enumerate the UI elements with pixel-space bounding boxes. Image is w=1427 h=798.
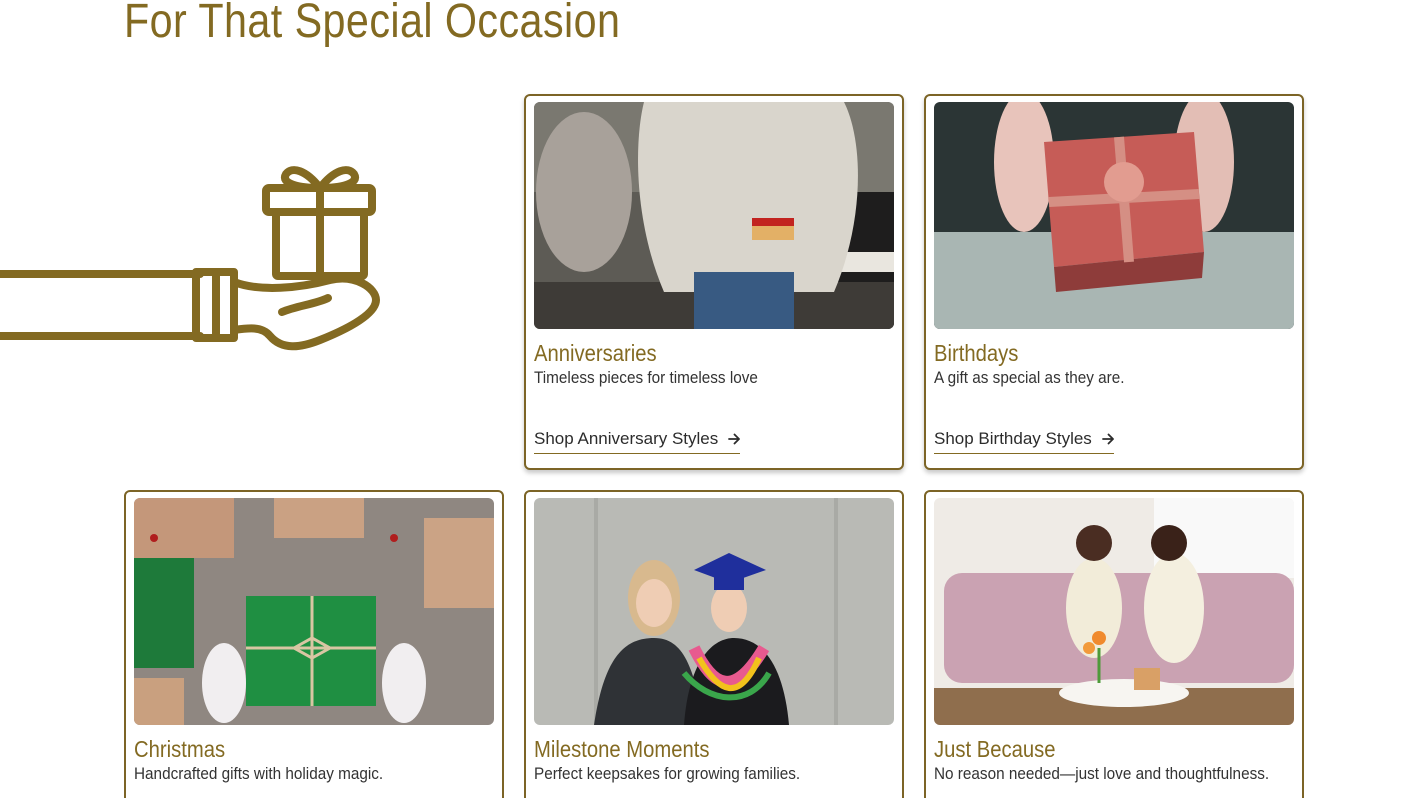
gift-in-hand-icon xyxy=(0,160,400,360)
arrow-right-icon xyxy=(1101,433,1114,445)
occasion-card-birthdays[interactable]: Birthdays A gift as special as they are.… xyxy=(924,94,1304,470)
friends-photo xyxy=(934,498,1294,725)
birthday-photo xyxy=(934,102,1294,329)
occasion-card-just-because[interactable]: Just Because No reason needed—just love … xyxy=(924,490,1304,798)
card-title: Just Because xyxy=(934,736,1056,762)
section-heading: For That Special Occasion xyxy=(124,0,621,48)
arrow-right-icon xyxy=(728,433,741,445)
card-description: Handcrafted gifts with holiday magic. xyxy=(134,764,384,783)
occasions-section: For That Special Occasion Anniversaries … xyxy=(0,0,1427,798)
card-title: Christmas xyxy=(134,736,226,762)
graduation-photo xyxy=(534,498,894,725)
card-title: Anniversaries xyxy=(534,340,657,366)
occasion-card-milestone-moments[interactable]: Milestone Moments Perfect keepsakes for … xyxy=(524,490,904,798)
occasion-card-anniversaries[interactable]: Anniversaries Timeless pieces for timele… xyxy=(524,94,904,470)
card-description: A gift as special as they are. xyxy=(934,368,1125,387)
card-description: Timeless pieces for timeless love xyxy=(534,368,758,387)
shop-birthday-styles-link[interactable]: Shop Birthday Styles xyxy=(934,429,1114,454)
card-description: No reason needed—just love and thoughtfu… xyxy=(934,764,1270,783)
occasion-card-christmas[interactable]: Christmas Handcrafted gifts with holiday… xyxy=(124,490,504,798)
link-label: Shop Anniversary Styles xyxy=(534,429,719,448)
shop-anniversary-styles-link[interactable]: Shop Anniversary Styles xyxy=(534,429,741,454)
card-description: Perfect keepsakes for growing families. xyxy=(534,764,801,783)
link-label: Shop Birthday Styles xyxy=(934,429,1092,448)
card-title: Birthdays xyxy=(934,340,1019,366)
anniversary-photo xyxy=(534,102,894,329)
christmas-photo xyxy=(134,498,494,725)
card-title: Milestone Moments xyxy=(534,736,710,762)
